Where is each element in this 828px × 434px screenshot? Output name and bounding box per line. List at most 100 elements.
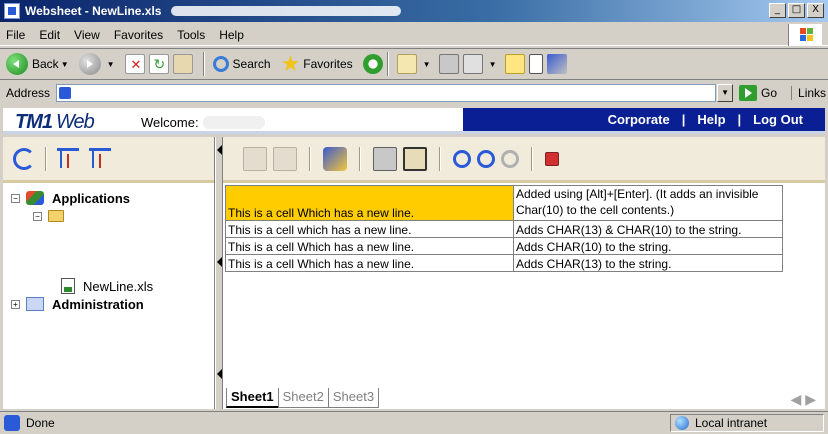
redacted-username (203, 116, 265, 129)
welcome-label: Welcome: (141, 115, 199, 130)
close-button[interactable]: X (807, 3, 824, 18)
sheet-cell[interactable]: Adds CHAR(13) & CHAR(10) to the string. (513, 220, 783, 238)
table-row: This is a cell Which has a new line. Add… (225, 254, 783, 272)
nav-separator: | (681, 112, 686, 127)
tm1-logo-text: TM1 (15, 111, 53, 133)
mail-icon[interactable] (396, 54, 417, 74)
star-icon: ★ (280, 51, 301, 76)
navigation-toolbar (3, 137, 214, 183)
corporate-link[interactable]: Corporate (608, 112, 670, 127)
sheet-cell[interactable]: This is a cell Which has a new line. (225, 237, 514, 255)
page-status-icon (4, 415, 20, 431)
search-icon (212, 56, 229, 72)
menu-favorites[interactable]: Favorites (114, 28, 163, 42)
expand-icon[interactable]: + (11, 299, 20, 309)
tree-node-administration[interactable]: + Administration (11, 295, 214, 313)
search-button[interactable]: Search (212, 56, 271, 72)
tab-sheet1[interactable]: Sheet1 (226, 388, 279, 408)
minimize-button[interactable]: _ (769, 3, 786, 18)
refresh-icon[interactable] (13, 147, 35, 170)
tm1-header: TM1 Web Welcome: Corporate | Help | Log O… (3, 108, 825, 134)
history-icon[interactable] (362, 54, 383, 74)
browser-toolbar: Back ▼ ▼ ✕ ↻ Search ★ Favorites ▼ ▼ (0, 48, 828, 80)
favorites-button[interactable]: ★ Favorites (280, 51, 353, 76)
sheet-cell[interactable]: This is a cell Which has a new line. (225, 254, 514, 272)
sort-descending-icon[interactable] (89, 147, 111, 170)
websheet-toolbar (223, 137, 825, 183)
sheet-cell[interactable]: Added using [Alt]+[Enter]. (It adds an i… (513, 185, 783, 221)
tree-node-applications[interactable]: − Applications (11, 189, 214, 207)
close-websheet-icon[interactable] (545, 151, 559, 166)
redacted-tree-region (11, 225, 214, 277)
print-icon[interactable] (438, 54, 459, 74)
chevron-down-icon[interactable]: ▼ (61, 60, 69, 69)
go-button[interactable]: Go (739, 85, 777, 101)
chevron-down-icon[interactable]: ▼ (717, 84, 734, 102)
forward-button[interactable]: ▼ (78, 53, 115, 75)
edit-icon[interactable] (462, 54, 483, 74)
sheet-cell[interactable]: This is a cell Which has a new line. (225, 185, 514, 221)
chevron-down-icon[interactable]: ▼ (489, 60, 497, 69)
collapse-left-icon[interactable] (217, 369, 222, 379)
toolbar-divider (386, 52, 389, 76)
messenger-icon[interactable] (546, 54, 567, 74)
tm1-logo-web: Web (56, 111, 95, 133)
collapse-icon[interactable]: − (33, 211, 42, 221)
automatic-recalc-icon[interactable] (403, 146, 427, 171)
nav-separator: | (737, 112, 742, 127)
refresh-icon[interactable]: ↻ (148, 54, 169, 74)
sheet-cell[interactable]: This is a cell which has a new line. (225, 220, 514, 238)
collapse-icon[interactable]: − (11, 193, 20, 203)
save-icon[interactable] (243, 146, 267, 171)
chevron-down-icon[interactable]: ▼ (107, 60, 115, 69)
websheet-pane: This is a cell Which has a new line. Add… (223, 137, 825, 409)
forward-arrow-icon (78, 53, 101, 75)
maximize-button[interactable]: □ (788, 3, 805, 18)
sheet-cell[interactable]: Adds CHAR(13) to the string. (513, 254, 783, 272)
toolbar-divider (359, 146, 361, 171)
note-icon[interactable] (504, 54, 525, 74)
zoom-in-icon[interactable] (453, 149, 471, 168)
tab-sheet2[interactable]: Sheet2 (277, 388, 329, 408)
toolbar-divider (439, 146, 441, 171)
print-preview-icon[interactable] (273, 146, 297, 171)
chevron-down-icon[interactable]: ▼ (423, 60, 431, 69)
stop-icon[interactable]: ✕ (124, 54, 145, 74)
sheet-cell[interactable]: Adds CHAR(10) to the string. (513, 237, 783, 255)
logout-link[interactable]: Log Out (753, 112, 803, 127)
pane-splitter[interactable] (215, 137, 223, 409)
zoom-out-icon[interactable] (477, 149, 495, 168)
menu-tools[interactable]: Tools (177, 28, 205, 42)
zoom-actual-size-icon[interactable] (501, 149, 519, 168)
back-arrow-icon (6, 53, 28, 75)
links-button[interactable]: Links (791, 86, 826, 100)
back-button[interactable]: Back ▼ (6, 53, 69, 75)
menu-view[interactable]: View (74, 28, 100, 42)
sort-ascending-icon[interactable] (57, 147, 79, 170)
tab-sheet3[interactable]: Sheet3 (327, 388, 380, 408)
menu-help[interactable]: Help (219, 28, 244, 42)
collapse-left-icon[interactable] (217, 145, 222, 155)
excel-file-icon (61, 278, 75, 294)
search-label: Search (232, 57, 271, 71)
tab-scroll-icons[interactable]: ◀▶ (790, 391, 820, 408)
go-label: Go (761, 86, 778, 100)
menu-file[interactable]: File (6, 28, 25, 42)
home-icon[interactable] (172, 54, 193, 74)
help-link[interactable]: Help (697, 112, 725, 127)
tree-node-folder[interactable]: − (11, 207, 214, 225)
recalculate-icon[interactable] (373, 146, 397, 171)
collapse-left-icon[interactable] (217, 257, 222, 267)
favorites-label: Favorites (303, 57, 353, 71)
address-input[interactable] (56, 84, 717, 102)
toolbar-divider (202, 52, 205, 76)
navigation-pane: − Applications − NewLine.xls + Administr… (3, 137, 215, 409)
table-row: This is a cell Which has a new line. Add… (225, 237, 783, 255)
cube-action-icon[interactable] (323, 146, 347, 171)
menu-edit[interactable]: Edit (39, 28, 60, 42)
device-icon[interactable] (528, 54, 543, 74)
globe-icon (675, 416, 689, 430)
status-text: Done (26, 416, 55, 430)
zone-label: Local intranet (695, 416, 768, 430)
tree-node-newline-xls[interactable]: NewLine.xls (11, 277, 214, 295)
